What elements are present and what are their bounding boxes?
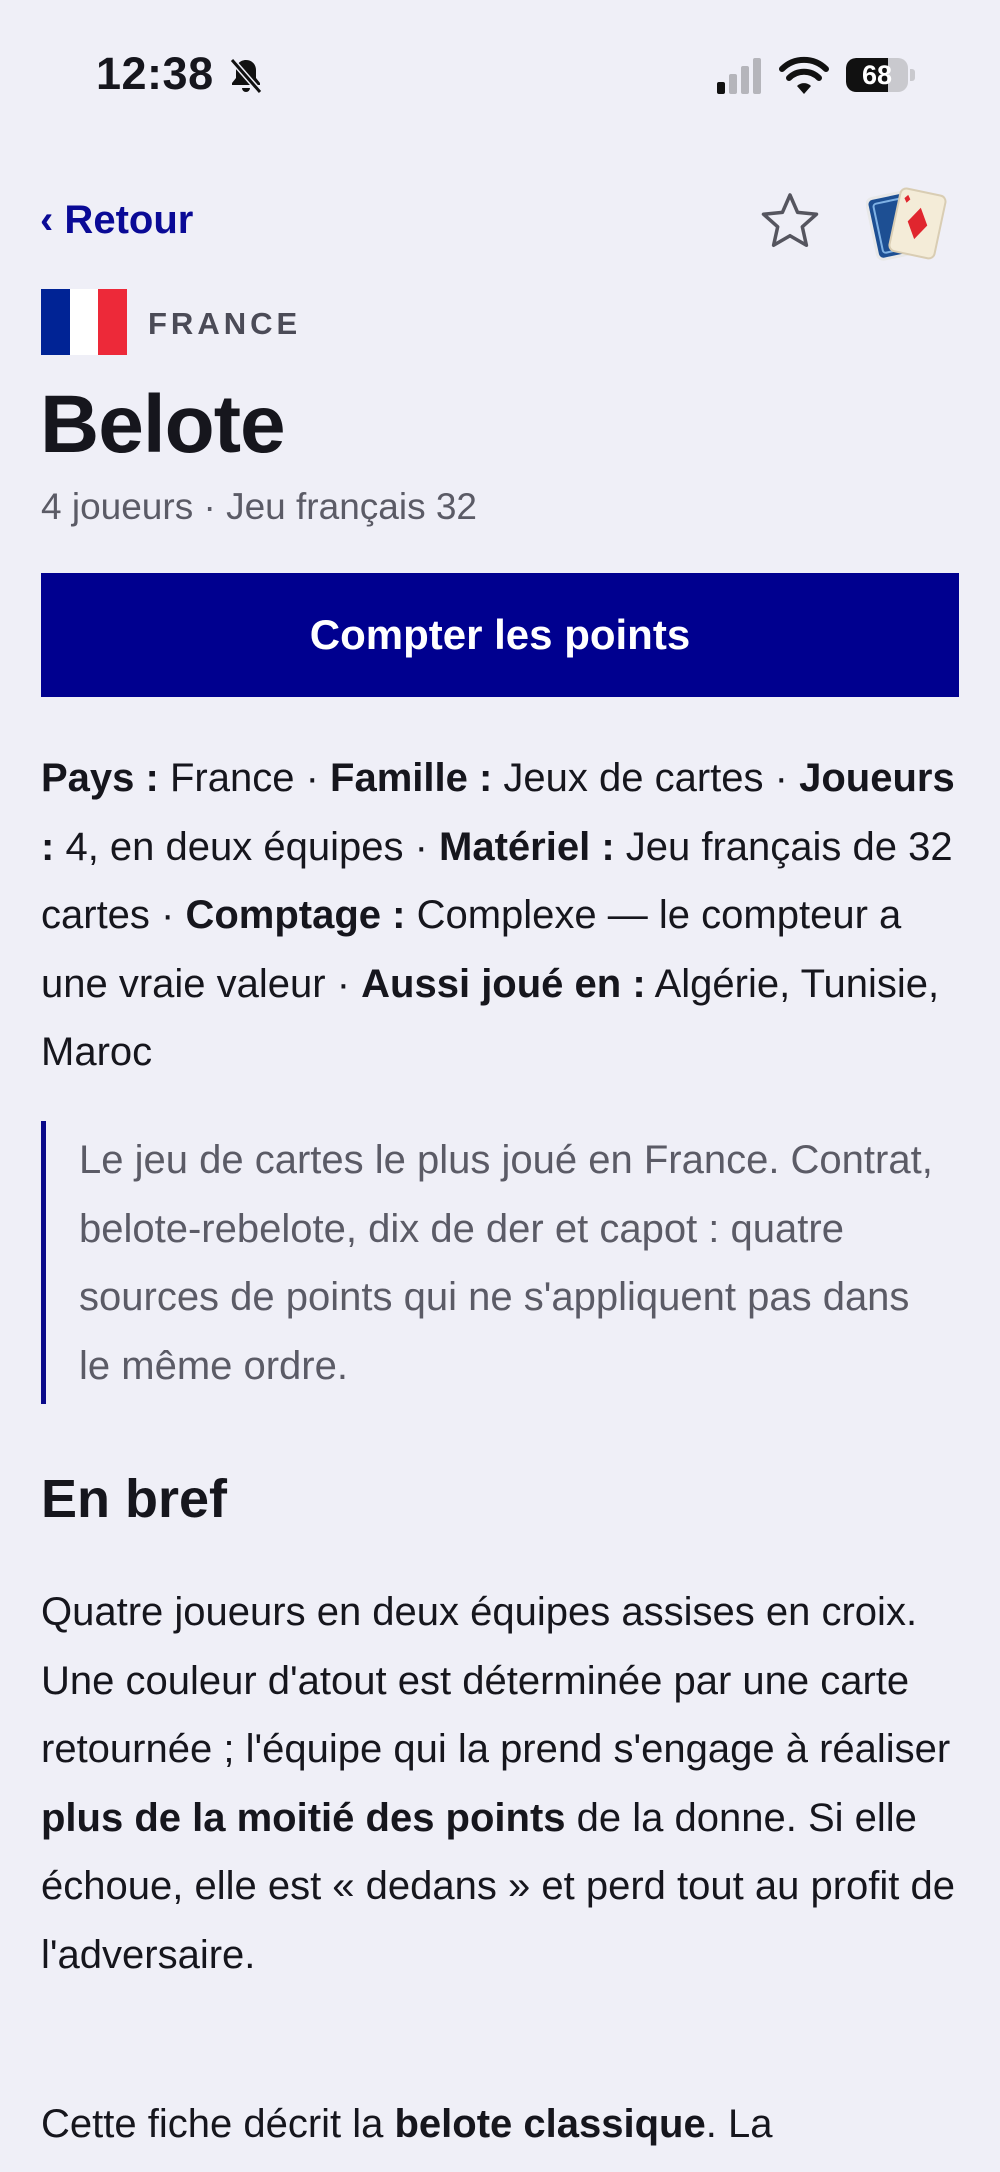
status-bar: 12:38 68	[0, 0, 1000, 150]
text-emphasis: belote classique	[394, 2102, 706, 2146]
cellular-signal-icon	[717, 58, 761, 94]
text-emphasis: plus de la moitié des points	[41, 1795, 566, 1840]
summary-paragraph: Quatre joueurs en deux équipes assises e…	[41, 1578, 971, 1989]
meta-value: 4, en deux équipes ·	[54, 824, 440, 869]
france-flag	[41, 289, 128, 355]
meta-value: France ·	[158, 756, 331, 800]
meta-label: Aussi joué en :	[361, 961, 646, 1006]
variant-paragraph: Cette fiche décrit la belote classique. …	[41, 2090, 971, 2159]
bell-slash-icon	[229, 58, 263, 94]
intro-quote-text: Le jeu de cartes le plus joué en France.…	[79, 1138, 933, 1388]
star-icon[interactable]	[758, 190, 822, 254]
page-subtitle: 4 joueurs · Jeu français 32	[41, 486, 478, 527]
meta-label: Matériel :	[439, 824, 615, 869]
playing-cards-icon[interactable]	[866, 182, 950, 266]
count-points-button[interactable]: Compter les points	[41, 573, 959, 697]
meta-label: Famille :	[330, 756, 493, 800]
meta-label: Pays :	[41, 756, 159, 800]
battery-icon: 68	[846, 58, 916, 92]
status-time: 12:38	[96, 48, 214, 99]
country-label: FRANCE	[148, 306, 302, 341]
meta-value: Jeux de cartes ·	[492, 756, 800, 800]
intro-quote: Le jeu de cartes le plus joué en France.…	[41, 1121, 964, 1404]
text-run: Cette fiche décrit la	[41, 2102, 395, 2146]
meta-label: Comptage :	[185, 893, 406, 937]
wifi-icon	[779, 56, 829, 94]
section-heading-en-bref: En bref	[41, 1469, 228, 1529]
text-run: Quatre joueurs en deux équipes assises e…	[41, 1590, 951, 1771]
game-metadata: Pays : France · Famille : Jeux de cartes…	[41, 744, 971, 1087]
battery-level: 68	[861, 60, 893, 90]
back-button[interactable]: ‹ Retour	[40, 198, 193, 243]
text-run: . La	[705, 2102, 773, 2146]
page-title: Belote	[40, 379, 286, 470]
